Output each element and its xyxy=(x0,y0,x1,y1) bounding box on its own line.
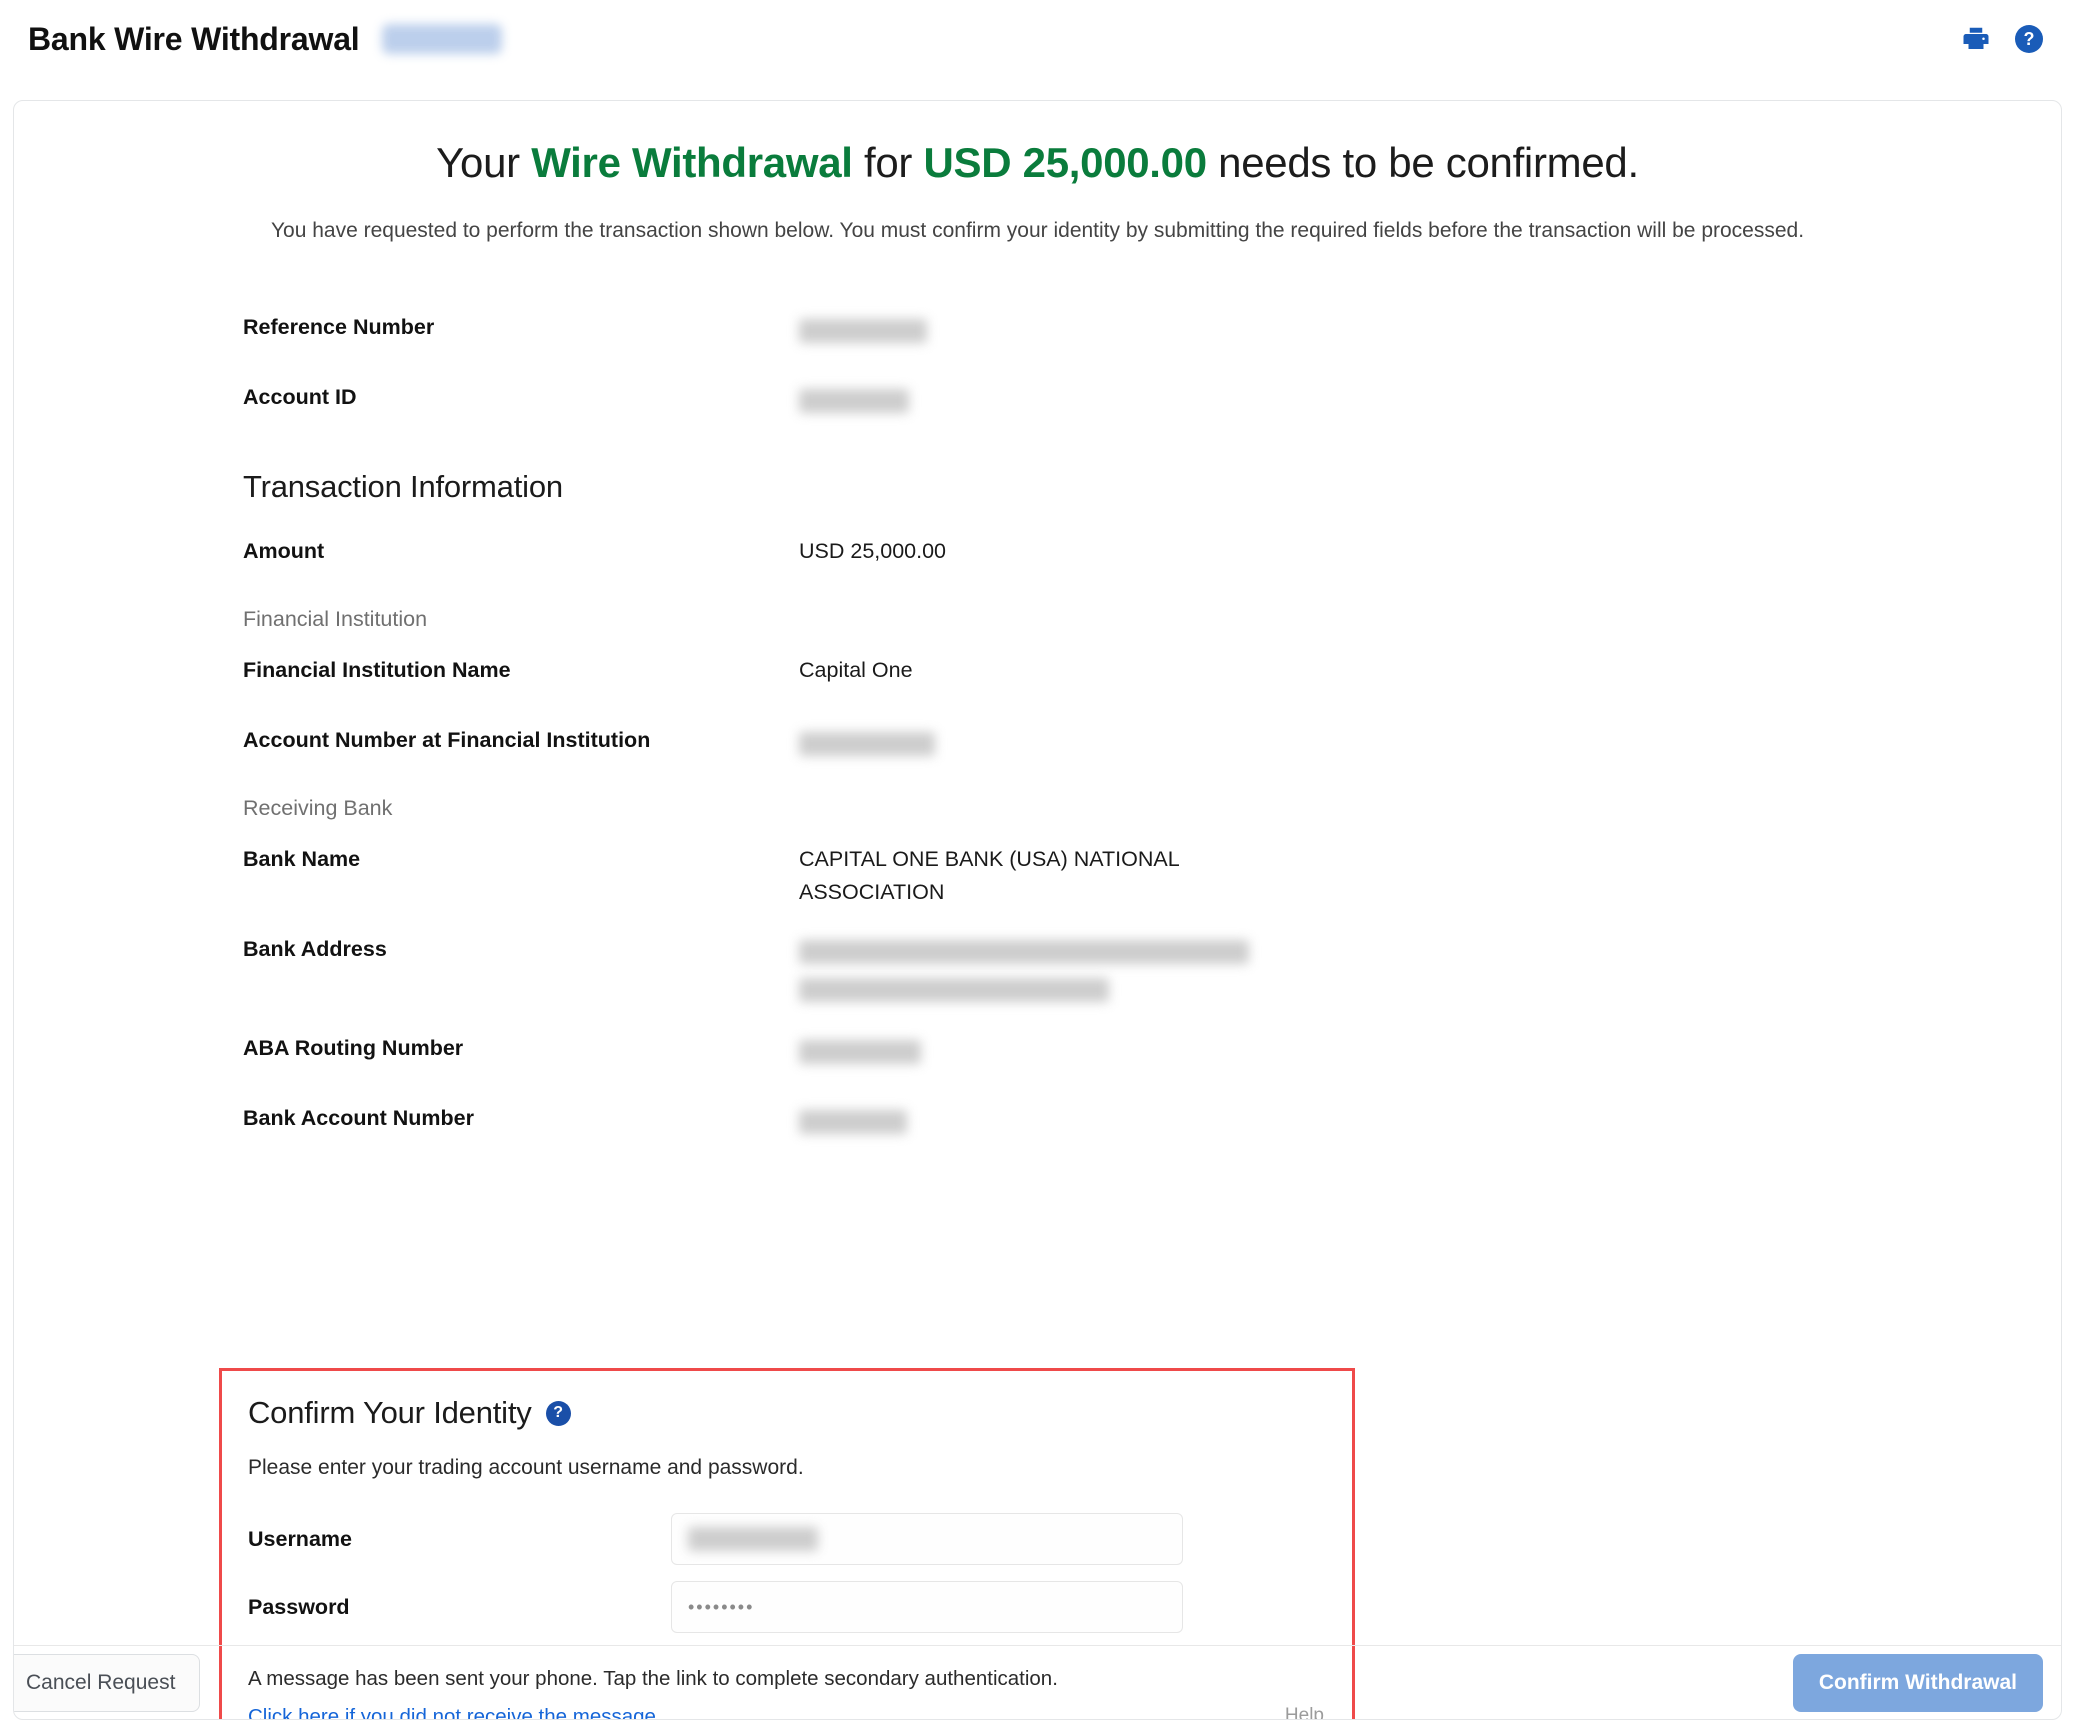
page-title: Bank Wire Withdrawal xyxy=(28,20,360,57)
fi-name-label: Financial Institution Name xyxy=(243,658,511,682)
fi-name-value: Capital One xyxy=(799,658,913,682)
redacted-account-badge xyxy=(381,24,502,54)
redacted-value xyxy=(799,389,909,414)
bank-name-value: CAPITAL ONE BANK (USA) NATIONAL ASSOCIAT… xyxy=(799,847,1179,904)
help-circle-icon[interactable]: ? xyxy=(545,1400,571,1426)
bank-name-label: Bank Name xyxy=(243,847,361,871)
password-field-row: Password •••••••• xyxy=(248,1581,1324,1633)
headline-middle: for xyxy=(852,139,924,186)
redacted-value xyxy=(799,1110,907,1135)
headline-amount: USD 25,000.00 xyxy=(923,139,1208,186)
financial-institution-section-label: Financial Institution xyxy=(243,607,428,631)
headline-suffix: needs to be confirmed. xyxy=(1206,139,1639,186)
headline-prefix: Your xyxy=(436,139,532,186)
card-footer: Cancel Request Confirm Withdrawal xyxy=(14,1645,2061,1719)
print-icon[interactable] xyxy=(1959,22,1993,56)
fi-account-number-value xyxy=(799,724,935,757)
detail-row-reference-number: Reference Number xyxy=(243,311,2061,357)
confirm-withdrawal-button[interactable]: Confirm Withdrawal xyxy=(1792,1653,2043,1712)
password-masked-value: •••••••• xyxy=(688,1596,755,1617)
redacted-value xyxy=(799,1040,921,1065)
transaction-details: Reference Number Account ID Transaction … xyxy=(14,311,2061,1148)
account-id-label: Account ID xyxy=(243,385,357,409)
redacted-value xyxy=(688,1527,818,1551)
detail-row-bank-account-number: Bank Account Number xyxy=(243,1102,2061,1148)
cancel-request-button[interactable]: Cancel Request xyxy=(14,1653,201,1712)
username-label: Username xyxy=(248,1526,352,1551)
header-actions: ? xyxy=(1959,22,2043,56)
bank-address-value xyxy=(799,933,1249,1002)
card-body: Your Wire Withdrawal for USD 25,000.00 n… xyxy=(14,139,2061,1719)
confirm-identity-header: Confirm Your Identity ? xyxy=(248,1395,1324,1431)
reference-number-value xyxy=(799,311,927,344)
detail-row-fi-name: Financial Institution Name Capital One xyxy=(243,654,2061,700)
transaction-information-title: Transaction Information xyxy=(243,469,563,504)
aba-routing-value xyxy=(799,1032,921,1065)
confirmation-headline: Your Wire Withdrawal for USD 25,000.00 n… xyxy=(14,139,2061,187)
username-field-row: Username xyxy=(248,1513,1324,1565)
amount-label: Amount xyxy=(243,539,325,563)
redacted-value xyxy=(799,940,1249,965)
detail-row-bank-address: Bank Address xyxy=(243,933,2061,1002)
aba-routing-label: ABA Routing Number xyxy=(243,1036,464,1060)
detail-row-account-id: Account ID xyxy=(243,381,2061,427)
detail-row-fi-account-number: Account Number at Financial Institution xyxy=(243,724,2061,770)
reference-number-label: Reference Number xyxy=(243,315,435,339)
bank-address-label: Bank Address xyxy=(243,937,387,961)
detail-row-aba-routing: ABA Routing Number xyxy=(243,1032,2061,1078)
detail-row-amount: Amount USD 25,000.00 xyxy=(243,535,2061,581)
redacted-value xyxy=(799,732,935,757)
app-header: Bank Wire Withdrawal ? xyxy=(0,0,2075,78)
fi-account-number-label: Account Number at Financial Institution xyxy=(243,728,651,752)
detail-row-bank-name: Bank Name CAPITAL ONE BANK (USA) NATIONA… xyxy=(243,843,2061,909)
redacted-value xyxy=(799,978,1109,1002)
confirm-identity-description: Please enter your trading account userna… xyxy=(248,1456,804,1479)
amount-value: USD 25,000.00 xyxy=(799,539,947,563)
bank-account-number-label: Bank Account Number xyxy=(243,1106,474,1130)
account-id-value xyxy=(799,381,909,414)
help-circle-icon[interactable]: ? xyxy=(2015,25,2043,53)
redacted-value xyxy=(799,319,927,344)
password-label: Password xyxy=(248,1594,350,1619)
receiving-bank-section-label: Receiving Bank xyxy=(243,796,393,820)
withdrawal-card: Your Wire Withdrawal for USD 25,000.00 n… xyxy=(13,100,2062,1720)
confirmation-subtext: You have requested to perform the transa… xyxy=(270,219,1805,242)
bank-account-number-value xyxy=(799,1102,907,1135)
username-input[interactable] xyxy=(671,1513,1183,1565)
confirm-identity-title: Confirm Your Identity xyxy=(248,1395,532,1430)
headline-transaction-type: Wire Withdrawal xyxy=(531,139,853,186)
password-input[interactable]: •••••••• xyxy=(671,1581,1183,1633)
